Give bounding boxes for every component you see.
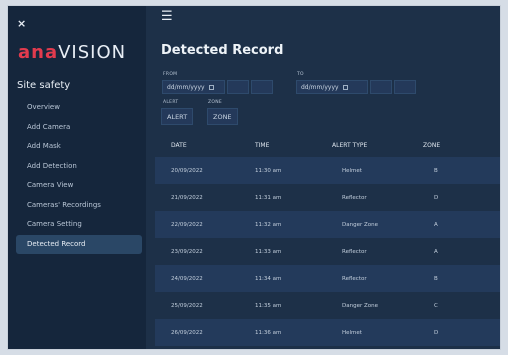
table-row[interactable]: 26/09/2022 11:36 am Helmet D xyxy=(155,319,500,346)
column-header-alert-type[interactable]: ALERT TYPE xyxy=(332,142,423,149)
from-date-field[interactable]: dd/mm/yyyy xyxy=(162,80,225,94)
sidebar-item-add-camera[interactable]: Add Camera xyxy=(16,118,142,138)
cell-date: 26/09/2022 xyxy=(171,329,203,336)
from-label: FROM xyxy=(163,72,178,77)
cell-zone: B xyxy=(434,167,438,174)
cell-zone: B xyxy=(434,275,438,282)
calendar-icon[interactable] xyxy=(342,84,348,90)
cell-zone: D xyxy=(434,194,439,201)
from-time-field-2[interactable] xyxy=(251,80,273,94)
cell-alert-type: Danger Zone xyxy=(342,221,378,228)
alert-label: ALERT xyxy=(163,100,179,105)
sidebar-item-detected-record[interactable]: Detected Record xyxy=(16,234,142,254)
page-title: Detected Record xyxy=(161,43,284,58)
alert-filter-button[interactable]: ALERT xyxy=(161,108,194,125)
cell-time: 11:33 am xyxy=(255,248,282,255)
cell-date: 24/09/2022 xyxy=(171,275,203,282)
cell-date: 21/09/2022 xyxy=(171,194,203,201)
cell-alert-type: Danger Zone xyxy=(342,302,378,309)
sidebar-item-cameras-recordings[interactable]: Cameras' Recordings xyxy=(16,196,142,216)
to-date-value: dd/mm/yyyy xyxy=(301,83,339,91)
table-row[interactable]: 22/09/2022 11:32 am Danger Zone A xyxy=(155,211,500,238)
cell-time: 11:36 am xyxy=(255,329,282,336)
cell-time: 11:34 am xyxy=(255,275,282,282)
zone-filter-button[interactable]: ZONE xyxy=(207,108,238,125)
to-time-field[interactable] xyxy=(370,80,392,94)
cell-date: 22/09/2022 xyxy=(171,221,203,228)
cell-alert-type: Reflector xyxy=(342,248,367,255)
cell-date: 23/09/2022 xyxy=(171,248,203,255)
logo: anaVISION xyxy=(18,42,126,63)
sidebar-item-camera-setting[interactable]: Camera Setting xyxy=(16,215,142,235)
table-row[interactable]: 20/09/2022 11:30 am Helmet B xyxy=(155,157,500,184)
cell-date: 25/09/2022 xyxy=(171,302,203,309)
cell-alert-type: Reflector xyxy=(342,194,367,201)
table-header: DATE TIME ALERT TYPE ZONE xyxy=(155,133,500,157)
main-content: ☰ Detected Record FROM dd/mm/yyyy TO dd/… xyxy=(146,6,500,349)
table-row[interactable]: 25/09/2022 11:35 am Danger Zone C xyxy=(155,292,500,319)
sidebar-item-camera-view[interactable]: Camera View xyxy=(16,176,142,196)
sidebar-item-add-detection[interactable]: Add Detection xyxy=(16,157,142,177)
column-header-date[interactable]: DATE xyxy=(155,142,255,149)
column-header-zone[interactable]: ZONE xyxy=(423,142,493,149)
from-date-value: dd/mm/yyyy xyxy=(167,83,205,91)
cell-time: 11:35 am xyxy=(255,302,282,309)
sidebar-item-add-mask[interactable]: Add Mask xyxy=(16,137,142,157)
sidebar-item-overview[interactable]: Overview xyxy=(16,98,142,118)
sidebar-nav: Overview Add Camera Add Mask Add Detecti… xyxy=(16,98,142,254)
cell-zone: D xyxy=(434,329,439,336)
to-time-field-2[interactable] xyxy=(394,80,416,94)
cell-time: 11:30 am xyxy=(255,167,282,174)
logo-accent-text: ana xyxy=(18,42,59,63)
cell-alert-type: Helmet xyxy=(342,329,362,336)
cell-time: 11:31 am xyxy=(255,194,282,201)
calendar-icon[interactable] xyxy=(208,84,214,90)
menu-icon[interactable]: ☰ xyxy=(161,9,173,24)
column-header-time[interactable]: TIME xyxy=(255,142,332,149)
cell-zone: A xyxy=(434,248,438,255)
table-row[interactable]: 24/09/2022 11:34 am Reflector B xyxy=(155,265,500,292)
app-window: × anaVISION Site safety Overview Add Cam… xyxy=(8,6,500,349)
sidebar: × anaVISION Site safety Overview Add Cam… xyxy=(8,6,146,349)
cell-time: 11:32 am xyxy=(255,221,282,228)
cell-alert-type: Helmet xyxy=(342,167,362,174)
cell-zone: A xyxy=(434,221,438,228)
zone-label: ZONE xyxy=(208,100,223,105)
section-title: Site safety xyxy=(17,80,71,91)
to-date-field[interactable]: dd/mm/yyyy xyxy=(296,80,368,94)
table-row[interactable]: 23/09/2022 11:33 am Reflector A xyxy=(155,238,500,265)
close-icon[interactable]: × xyxy=(17,17,26,30)
table-row[interactable]: 21/09/2022 11:31 am Reflector D xyxy=(155,184,500,211)
logo-text: VISION xyxy=(58,42,127,63)
cell-zone: C xyxy=(434,302,438,309)
cell-alert-type: Reflector xyxy=(342,275,367,282)
records-table: DATE TIME ALERT TYPE ZONE 20/09/2022 11:… xyxy=(155,133,500,346)
from-time-field[interactable] xyxy=(227,80,249,94)
to-label: TO xyxy=(297,72,304,77)
cell-date: 20/09/2022 xyxy=(171,167,203,174)
